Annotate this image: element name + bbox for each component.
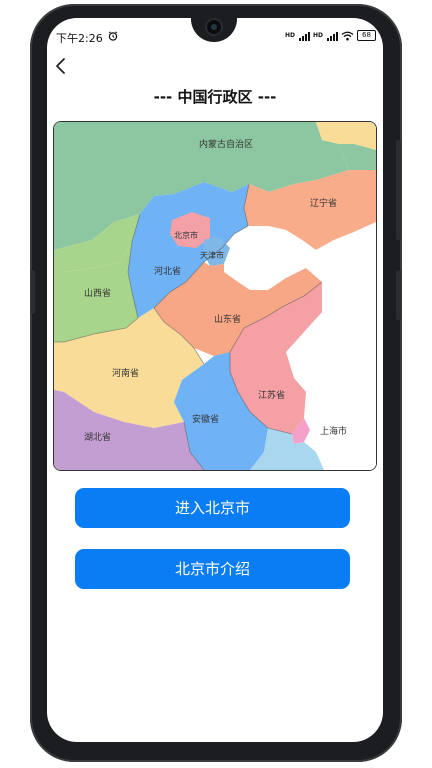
- label-henan: 河南省: [112, 367, 139, 379]
- chevron-left-icon: [56, 58, 65, 74]
- enter-beijing-button[interactable]: 进入北京市: [75, 488, 350, 528]
- label-tianjin: 天津市: [200, 250, 224, 260]
- label-jiangsu: 江苏省: [258, 389, 285, 401]
- signal-icon-2: [327, 31, 338, 41]
- power-button: [396, 270, 401, 320]
- hd-icon: HD: [284, 32, 295, 39]
- volume-button: [396, 140, 401, 240]
- label-shanxi: 山西省: [84, 287, 111, 299]
- label-liaoning: 辽宁省: [310, 197, 337, 209]
- status-bar: 下午2:26 HD HD 68: [56, 30, 376, 46]
- side-key: [31, 270, 35, 314]
- province-map[interactable]: 内蒙古自治区 辽宁省 北京市 天津市 河北省 山西省 山东省 河南省 江苏省 安…: [53, 121, 377, 471]
- label-beijing: 北京市: [174, 230, 198, 240]
- label-hebei: 河北省: [154, 265, 181, 277]
- status-time: 下午2:26: [56, 32, 103, 45]
- alarm-icon: [108, 31, 118, 41]
- page-title: --- 中国行政区 ---: [153, 88, 277, 106]
- hd-icon-2: HD: [312, 32, 323, 39]
- label-neimenggu: 内蒙古自治区: [199, 138, 253, 150]
- battery-icon: 68: [357, 30, 376, 41]
- label-anhui: 安徽省: [192, 413, 219, 425]
- label-shanghai: 上海市: [320, 425, 347, 437]
- beijing-intro-button[interactable]: 北京市介绍: [75, 549, 350, 589]
- wifi-icon: [341, 31, 354, 41]
- back-button[interactable]: [53, 56, 69, 76]
- signal-icon: [298, 31, 310, 41]
- label-hubei: 湖北省: [84, 431, 111, 443]
- label-shandong: 山东省: [214, 313, 241, 325]
